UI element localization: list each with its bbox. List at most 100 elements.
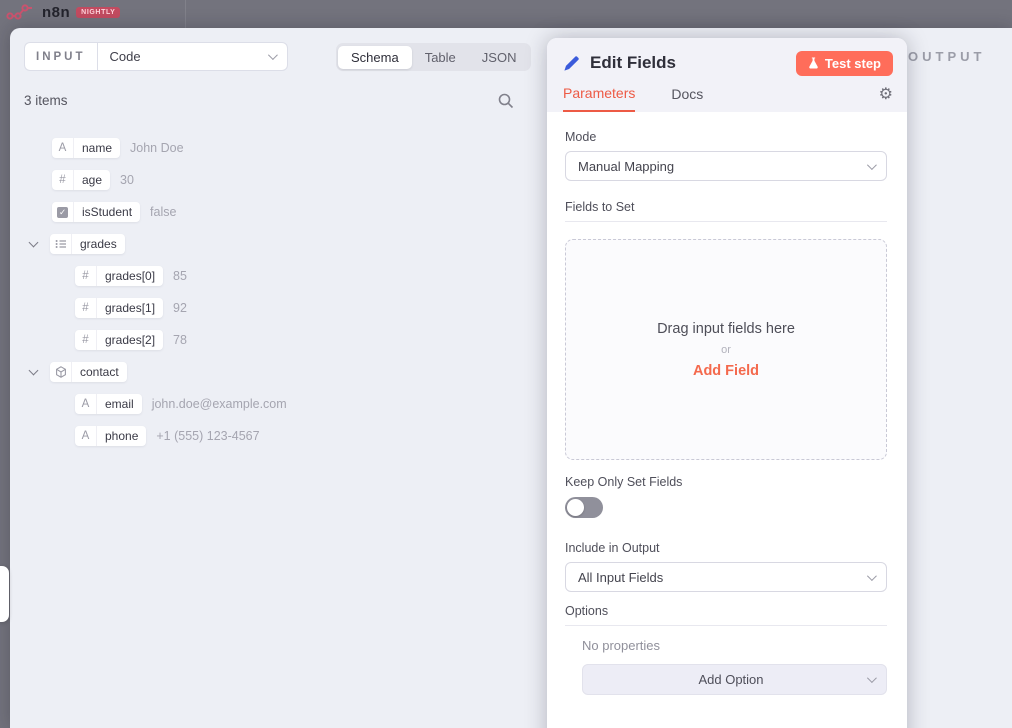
include-in-output-select[interactable]: All Input Fields: [565, 562, 887, 592]
add-field-link[interactable]: Add Field: [693, 363, 759, 379]
field-pill[interactable]: Aphone: [75, 426, 146, 446]
tree-row: Aemail john.doe@example.com: [75, 393, 287, 415]
field-key: email: [97, 394, 142, 414]
tree-row: # grades[0] 85: [75, 265, 187, 287]
output-pane-label: OUTPUT: [908, 49, 985, 64]
tab-parameters[interactable]: Parameters: [563, 85, 635, 112]
field-value: false: [150, 205, 176, 219]
toggle-knob: [567, 499, 584, 516]
input-source-select[interactable]: Code: [97, 42, 288, 71]
field-value: +1 (555) 123-4567: [156, 429, 259, 443]
input-view-tabs: Schema Table JSON: [336, 43, 531, 71]
mode-select[interactable]: Manual Mapping: [565, 151, 887, 181]
field-key: contact: [72, 362, 127, 382]
input-source-value: Code: [110, 49, 141, 64]
test-step-label: Test step: [825, 56, 881, 71]
tree-row: # grades[2] 78: [75, 329, 187, 351]
number-type-icon: #: [82, 334, 88, 346]
field-value: 30: [120, 173, 134, 187]
pencil-icon: [563, 55, 580, 72]
sidebar-collapse-handle[interactable]: [0, 566, 9, 622]
field-pill[interactable]: # age: [52, 170, 110, 190]
number-type-icon: #: [59, 174, 65, 186]
list-icon: [55, 238, 67, 250]
tree-row: #grades[1] 92: [75, 297, 187, 319]
chevron-down-icon: [867, 571, 877, 581]
field-value: 85: [173, 269, 187, 283]
chevron-down-icon: [867, 160, 877, 170]
string-type-icon: A: [82, 398, 90, 410]
tree-row: ✓ isStudent false: [52, 201, 176, 223]
nightly-badge: NIGHTLY: [76, 7, 120, 18]
field-pill[interactable]: Aemail: [75, 394, 142, 414]
search-icon[interactable]: [497, 92, 515, 110]
field-key: grades[0]: [97, 266, 163, 286]
field-key: phone: [97, 426, 146, 446]
drag-hint-text: Drag input fields here: [657, 321, 795, 337]
field-value: 78: [173, 333, 187, 347]
string-type-icon: A: [82, 430, 90, 442]
mode-label: Mode: [565, 130, 596, 144]
input-source-group: INPUT Code: [24, 42, 288, 71]
field-pill[interactable]: contact: [50, 362, 127, 382]
divider: [565, 221, 887, 222]
tree-row: grades: [30, 233, 125, 255]
tab-table[interactable]: Table: [412, 46, 469, 69]
mode-value: Manual Mapping: [578, 159, 674, 174]
keep-only-toggle[interactable]: [565, 497, 603, 518]
n8n-logo-icon: [6, 2, 36, 22]
add-option-label: Add Option: [595, 672, 867, 687]
chevron-down-icon: [267, 50, 277, 60]
string-type-icon: A: [59, 142, 67, 154]
edit-fields-dialog: Edit Fields Test step Parameters Docs ⚙ …: [547, 38, 907, 728]
dialog-title: Edit Fields: [590, 53, 796, 73]
input-pane-label: INPUT: [24, 42, 97, 71]
include-in-output-label: Include in Output: [565, 541, 660, 555]
field-pill[interactable]: Aname: [52, 138, 120, 158]
field-key: name: [74, 138, 120, 158]
field-key: grades[2]: [97, 330, 163, 350]
add-option-button[interactable]: Add Option: [582, 664, 887, 695]
items-count: 3 items: [24, 93, 68, 108]
tree-row: Aphone +1 (555) 123-4567: [75, 425, 260, 447]
field-pill[interactable]: grades: [50, 234, 125, 254]
boolean-type-icon: ✓: [57, 207, 68, 218]
tab-docs[interactable]: Docs: [671, 86, 703, 111]
drag-drop-area[interactable]: Drag input fields here or Add Field: [565, 239, 887, 460]
tab-json[interactable]: JSON: [469, 46, 530, 69]
field-value: 92: [173, 301, 187, 315]
keep-only-label: Keep Only Set Fields: [565, 475, 682, 489]
chevron-down-icon[interactable]: [29, 366, 39, 376]
field-value: John Doe: [130, 141, 184, 155]
dialog-header: Edit Fields Test step Parameters Docs ⚙: [547, 38, 907, 112]
include-in-output-value: All Input Fields: [578, 570, 663, 585]
top-bar: n8n NIGHTLY: [0, 0, 1012, 28]
number-type-icon: #: [82, 270, 88, 282]
field-key: isStudent: [74, 202, 140, 222]
field-pill[interactable]: #grades[1]: [75, 298, 163, 318]
chevron-down-icon[interactable]: [29, 238, 39, 248]
field-key: grades: [72, 234, 125, 254]
chevron-down-icon: [867, 673, 877, 683]
field-value: john.doe@example.com: [152, 397, 287, 411]
tree-row: contact: [30, 361, 127, 383]
tab-schema[interactable]: Schema: [338, 46, 412, 69]
flask-icon: [808, 57, 819, 69]
topbar-divider: [185, 0, 186, 28]
app-name: n8n: [42, 4, 70, 21]
dialog-tabs: Parameters Docs ⚙: [563, 84, 893, 112]
fields-to-set-label: Fields to Set: [565, 200, 634, 214]
field-pill[interactable]: # grades[2]: [75, 330, 163, 350]
field-key: age: [74, 170, 110, 190]
node-detail-view: INPUT Code Schema Table JSON 3 items Ana…: [10, 28, 1012, 728]
field-pill[interactable]: ✓ isStudent: [52, 202, 140, 222]
tree-row: Aname John Doe: [52, 137, 184, 159]
gear-icon[interactable]: ⚙: [879, 87, 893, 109]
no-properties-text: No properties: [582, 638, 660, 653]
field-pill[interactable]: # grades[0]: [75, 266, 163, 286]
divider: [565, 625, 887, 626]
or-text: or: [721, 344, 731, 356]
number-type-icon: #: [82, 302, 88, 314]
test-step-button[interactable]: Test step: [796, 51, 893, 76]
app-logo: n8n NIGHTLY: [6, 2, 120, 22]
